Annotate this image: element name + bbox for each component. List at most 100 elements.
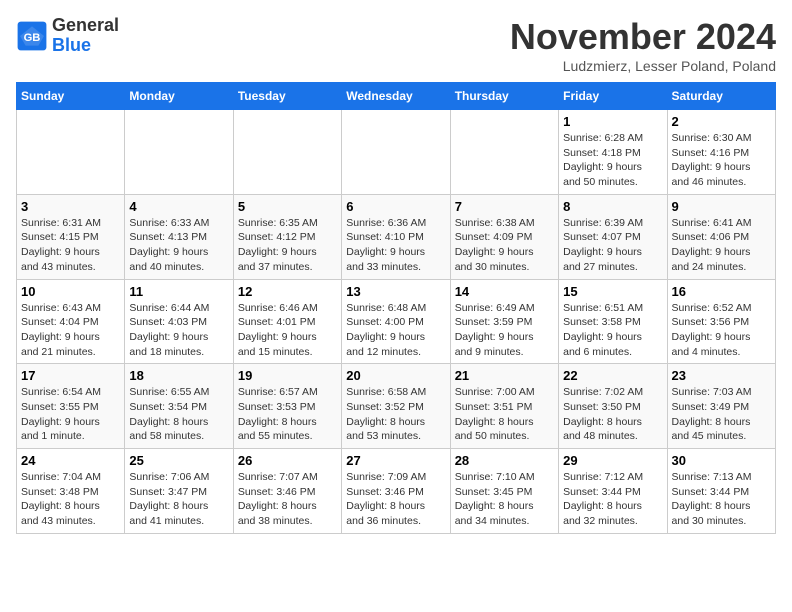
day-info-text: Sunrise: 6:58 AM Sunset: 3:52 PM Dayligh… [346,385,445,444]
day-cell [450,110,558,195]
day-number: 3 [21,199,120,214]
day-info-text: Sunrise: 6:49 AM Sunset: 3:59 PM Dayligh… [455,301,554,360]
day-cell [125,110,233,195]
week-row-3: 10 Sunrise: 6:43 AM Sunset: 4:04 PM Dayli… [17,279,776,364]
day-cell: 26 Sunrise: 7:07 AM Sunset: 3:46 PM Dayli… [233,449,341,534]
day-cell: 15 Sunrise: 6:51 AM Sunset: 3:58 PM Dayli… [559,279,667,364]
day-number: 5 [238,199,337,214]
day-cell: 3 Sunrise: 6:31 AM Sunset: 4:15 PM Daylig… [17,194,125,279]
day-cell: 29Sunrise: 7:12 AM Sunset: 3:44 PM Dayli… [559,449,667,534]
day-info-text: Sunrise: 7:09 AM Sunset: 3:46 PM Dayligh… [346,470,445,529]
day-info-text: Sunrise: 6:30 AM Sunset: 4:16 PM Dayligh… [672,131,771,190]
title-area: November 2024 Ludzmierz, Lesser Poland, … [510,16,776,74]
day-cell: 18 Sunrise: 6:55 AM Sunset: 3:54 PM Dayli… [125,364,233,449]
week-row-2: 3 Sunrise: 6:31 AM Sunset: 4:15 PM Daylig… [17,194,776,279]
day-info-text: Sunrise: 6:55 AM Sunset: 3:54 PM Dayligh… [129,385,228,444]
logo-general-text: General [52,15,119,35]
day-number: 16 [672,284,771,299]
header-wednesday: Wednesday [342,83,450,110]
header-sunday: Sunday [17,83,125,110]
day-number: 7 [455,199,554,214]
location-subtitle: Ludzmierz, Lesser Poland, Poland [510,58,776,74]
day-number: 6 [346,199,445,214]
day-number: 27 [346,453,445,468]
day-info-text: Sunrise: 7:04 AM Sunset: 3:48 PM Dayligh… [21,470,120,529]
day-info-text: Sunrise: 7:03 AM Sunset: 3:49 PM Dayligh… [672,385,771,444]
day-number: 10 [21,284,120,299]
day-cell: 6 Sunrise: 6:36 AM Sunset: 4:10 PM Daylig… [342,194,450,279]
day-cell: 1Sunrise: 6:28 AM Sunset: 4:18 PM Daylig… [559,110,667,195]
day-number: 28 [455,453,554,468]
week-row-5: 24 Sunrise: 7:04 AM Sunset: 3:48 PM Dayli… [17,449,776,534]
day-info-text: Sunrise: 6:35 AM Sunset: 4:12 PM Dayligh… [238,216,337,275]
day-info-text: Sunrise: 6:46 AM Sunset: 4:01 PM Dayligh… [238,301,337,360]
day-cell: 30Sunrise: 7:13 AM Sunset: 3:44 PM Dayli… [667,449,775,534]
day-info-text: Sunrise: 6:54 AM Sunset: 3:55 PM Dayligh… [21,385,120,444]
day-number: 23 [672,368,771,383]
day-cell: 2Sunrise: 6:30 AM Sunset: 4:16 PM Daylig… [667,110,775,195]
day-cell [233,110,341,195]
day-number: 19 [238,368,337,383]
day-info-text: Sunrise: 6:57 AM Sunset: 3:53 PM Dayligh… [238,385,337,444]
header-tuesday: Tuesday [233,83,341,110]
header: GB General Blue November 2024 Ludzmierz,… [16,16,776,74]
day-info-text: Sunrise: 6:41 AM Sunset: 4:06 PM Dayligh… [672,216,771,275]
day-info-text: Sunrise: 6:44 AM Sunset: 4:03 PM Dayligh… [129,301,228,360]
day-cell [342,110,450,195]
day-info-text: Sunrise: 7:06 AM Sunset: 3:47 PM Dayligh… [129,470,228,529]
day-cell: 16 Sunrise: 6:52 AM Sunset: 3:56 PM Dayli… [667,279,775,364]
day-cell: 22 Sunrise: 7:02 AM Sunset: 3:50 PM Dayli… [559,364,667,449]
day-info-text: Sunrise: 6:43 AM Sunset: 4:04 PM Dayligh… [21,301,120,360]
day-cell [17,110,125,195]
day-number: 20 [346,368,445,383]
day-number: 24 [21,453,120,468]
day-number: 13 [346,284,445,299]
day-cell: 12 Sunrise: 6:46 AM Sunset: 4:01 PM Dayli… [233,279,341,364]
header-saturday: Saturday [667,83,775,110]
day-info-text: Sunrise: 7:12 AM Sunset: 3:44 PM Dayligh… [563,470,662,529]
day-info-text: Sunrise: 6:39 AM Sunset: 4:07 PM Dayligh… [563,216,662,275]
day-cell: 28 Sunrise: 7:10 AM Sunset: 3:45 PM Dayli… [450,449,558,534]
day-cell: 4 Sunrise: 6:33 AM Sunset: 4:13 PM Daylig… [125,194,233,279]
day-info-text: Sunrise: 7:10 AM Sunset: 3:45 PM Dayligh… [455,470,554,529]
day-cell: 24 Sunrise: 7:04 AM Sunset: 3:48 PM Dayli… [17,449,125,534]
day-number: 22 [563,368,662,383]
day-number: 8 [563,199,662,214]
day-number: 17 [21,368,120,383]
day-info-text: Sunrise: 6:33 AM Sunset: 4:13 PM Dayligh… [129,216,228,275]
day-cell: 5 Sunrise: 6:35 AM Sunset: 4:12 PM Daylig… [233,194,341,279]
day-number: 25 [129,453,228,468]
day-info-text: Sunrise: 7:13 AM Sunset: 3:44 PM Dayligh… [672,470,771,529]
day-cell: 10 Sunrise: 6:43 AM Sunset: 4:04 PM Dayli… [17,279,125,364]
day-info-text: Sunrise: 6:36 AM Sunset: 4:10 PM Dayligh… [346,216,445,275]
day-number: 15 [563,284,662,299]
day-info-text: Sunrise: 6:51 AM Sunset: 3:58 PM Dayligh… [563,301,662,360]
day-number: 4 [129,199,228,214]
day-cell: 21Sunrise: 7:00 AM Sunset: 3:51 PM Dayli… [450,364,558,449]
day-cell: 13 Sunrise: 6:48 AM Sunset: 4:00 PM Dayli… [342,279,450,364]
day-cell: 11 Sunrise: 6:44 AM Sunset: 4:03 PM Dayli… [125,279,233,364]
logo-icon: GB [16,20,48,52]
day-info-text: Sunrise: 7:00 AM Sunset: 3:51 PM Dayligh… [455,385,554,444]
day-number: 12 [238,284,337,299]
day-cell: 7Sunrise: 6:38 AM Sunset: 4:09 PM Daylig… [450,194,558,279]
day-cell: 23 Sunrise: 7:03 AM Sunset: 3:49 PM Dayli… [667,364,775,449]
day-number: 9 [672,199,771,214]
weekday-header-row: Sunday Monday Tuesday Wednesday Thursday… [17,83,776,110]
logo: GB General Blue [16,16,119,56]
day-number: 26 [238,453,337,468]
week-row-4: 17 Sunrise: 6:54 AM Sunset: 3:55 PM Dayli… [17,364,776,449]
day-info-text: Sunrise: 7:02 AM Sunset: 3:50 PM Dayligh… [563,385,662,444]
day-cell: 19 Sunrise: 6:57 AM Sunset: 3:53 PM Dayli… [233,364,341,449]
day-number: 1 [563,114,662,129]
day-info-text: Sunrise: 6:52 AM Sunset: 3:56 PM Dayligh… [672,301,771,360]
day-info-text: Sunrise: 6:31 AM Sunset: 4:15 PM Dayligh… [21,216,120,275]
day-cell: 25 Sunrise: 7:06 AM Sunset: 3:47 PM Dayli… [125,449,233,534]
day-info-text: Sunrise: 7:07 AM Sunset: 3:46 PM Dayligh… [238,470,337,529]
day-cell: 8 Sunrise: 6:39 AM Sunset: 4:07 PM Daylig… [559,194,667,279]
calendar-table: Sunday Monday Tuesday Wednesday Thursday… [16,82,776,534]
day-info-text: Sunrise: 6:48 AM Sunset: 4:00 PM Dayligh… [346,301,445,360]
day-number: 18 [129,368,228,383]
day-number: 11 [129,284,228,299]
header-thursday: Thursday [450,83,558,110]
